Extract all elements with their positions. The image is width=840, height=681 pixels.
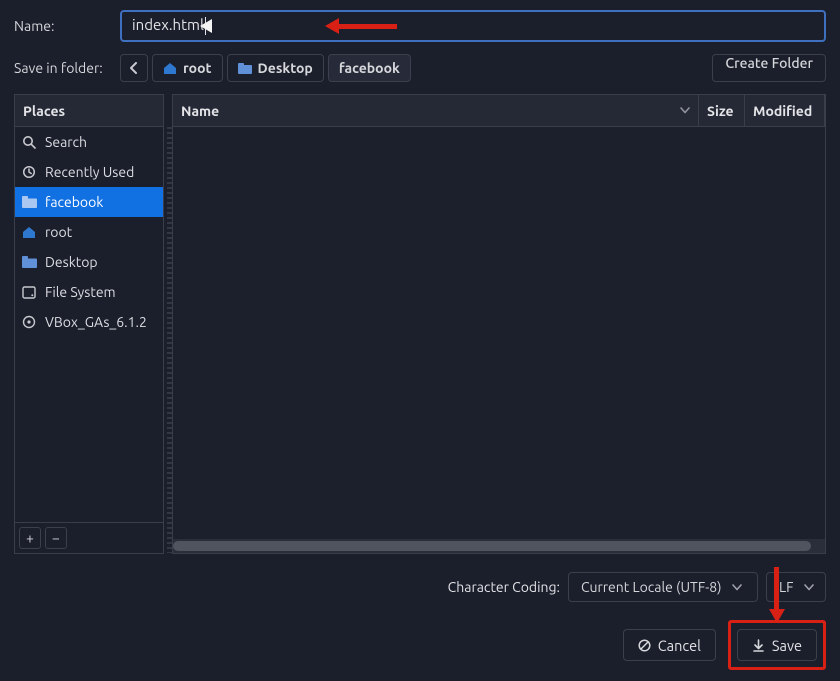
places-list: Search Recently Used facebook root (15, 127, 163, 522)
save-button[interactable]: Save (737, 629, 817, 661)
places-item-label: File System (45, 284, 116, 300)
column-header-size[interactable]: Size (699, 95, 745, 126)
pane-resize-grip[interactable] (167, 127, 172, 553)
breadcrumb-label: facebook (339, 60, 400, 76)
charset-combo[interactable]: Current Locale (UTF-8) (568, 572, 758, 602)
places-header: Places (15, 95, 163, 127)
create-folder-button[interactable]: Create Folder (712, 54, 826, 82)
home-icon (21, 224, 37, 240)
chevron-left-icon (129, 62, 139, 74)
save-label: Save (772, 637, 802, 654)
breadcrumb-item-current[interactable]: facebook (328, 54, 411, 82)
save-in-folder-label: Save in folder: (14, 60, 120, 76)
folder-icon (238, 63, 252, 74)
column-label: Modified (753, 103, 812, 119)
breadcrumb-item-desktop[interactable]: Desktop (227, 54, 324, 82)
cancel-button[interactable]: Cancel (623, 629, 716, 661)
chevron-down-icon (732, 584, 742, 591)
places-item-label: root (45, 224, 72, 240)
text-caret (205, 17, 206, 35)
save-icon (752, 639, 765, 652)
places-item-label: Search (45, 134, 87, 150)
column-header-modified[interactable]: Modified (745, 95, 825, 126)
places-panel: Places Search Recently Used facebook (14, 94, 164, 554)
filename-value: index.html (132, 16, 204, 33)
add-bookmark-button[interactable]: + (19, 527, 41, 549)
name-label: Name: (14, 18, 120, 34)
remove-bookmark-button[interactable]: − (45, 527, 67, 549)
charset-value: Current Locale (UTF-8) (581, 579, 722, 595)
column-label: Name (181, 103, 219, 119)
line-ending-combo[interactable]: LF (766, 572, 826, 602)
folder-icon (21, 254, 37, 270)
column-header-name[interactable]: Name (173, 95, 699, 126)
places-item-recent[interactable]: Recently Used (15, 157, 163, 187)
cancel-label: Cancel (658, 637, 701, 654)
disc-icon (21, 314, 37, 330)
places-item-label: Desktop (45, 254, 98, 270)
breadcrumb-back-button[interactable] (120, 54, 148, 82)
cancel-icon (638, 639, 651, 652)
places-item-filesystem[interactable]: File System (15, 277, 163, 307)
places-item-desktop[interactable]: Desktop (15, 247, 163, 277)
line-ending-value: LF (779, 579, 794, 595)
search-icon (21, 134, 37, 150)
recent-icon (21, 164, 37, 180)
filename-input[interactable]: index.html (120, 10, 826, 42)
places-item-root[interactable]: root (15, 217, 163, 247)
breadcrumb-item-root[interactable]: root (152, 54, 223, 82)
breadcrumb-label: root (183, 60, 212, 76)
sort-indicator-icon (680, 107, 690, 114)
file-list-panel: Name Size Modified (172, 94, 826, 554)
folder-icon (21, 194, 37, 210)
breadcrumb: root Desktop facebook (120, 54, 712, 82)
chevron-down-icon (804, 584, 814, 591)
places-item-vbox[interactable]: VBox_GAs_6.1.2 (15, 307, 163, 337)
home-icon (163, 62, 177, 74)
file-list-body[interactable] (173, 127, 825, 539)
places-item-facebook[interactable]: facebook (15, 187, 163, 217)
places-item-label: VBox_GAs_6.1.2 (45, 314, 147, 330)
horizontal-scrollbar[interactable] (173, 539, 825, 553)
places-item-label: Recently Used (45, 164, 134, 180)
column-label: Size (707, 103, 734, 119)
places-item-search[interactable]: Search (15, 127, 163, 157)
places-item-label: facebook (45, 194, 103, 210)
breadcrumb-label: Desktop (258, 60, 313, 76)
character-coding-label: Character Coding: (448, 579, 560, 595)
annotation-save-highlight: Save (728, 620, 826, 670)
disk-icon (21, 284, 37, 300)
